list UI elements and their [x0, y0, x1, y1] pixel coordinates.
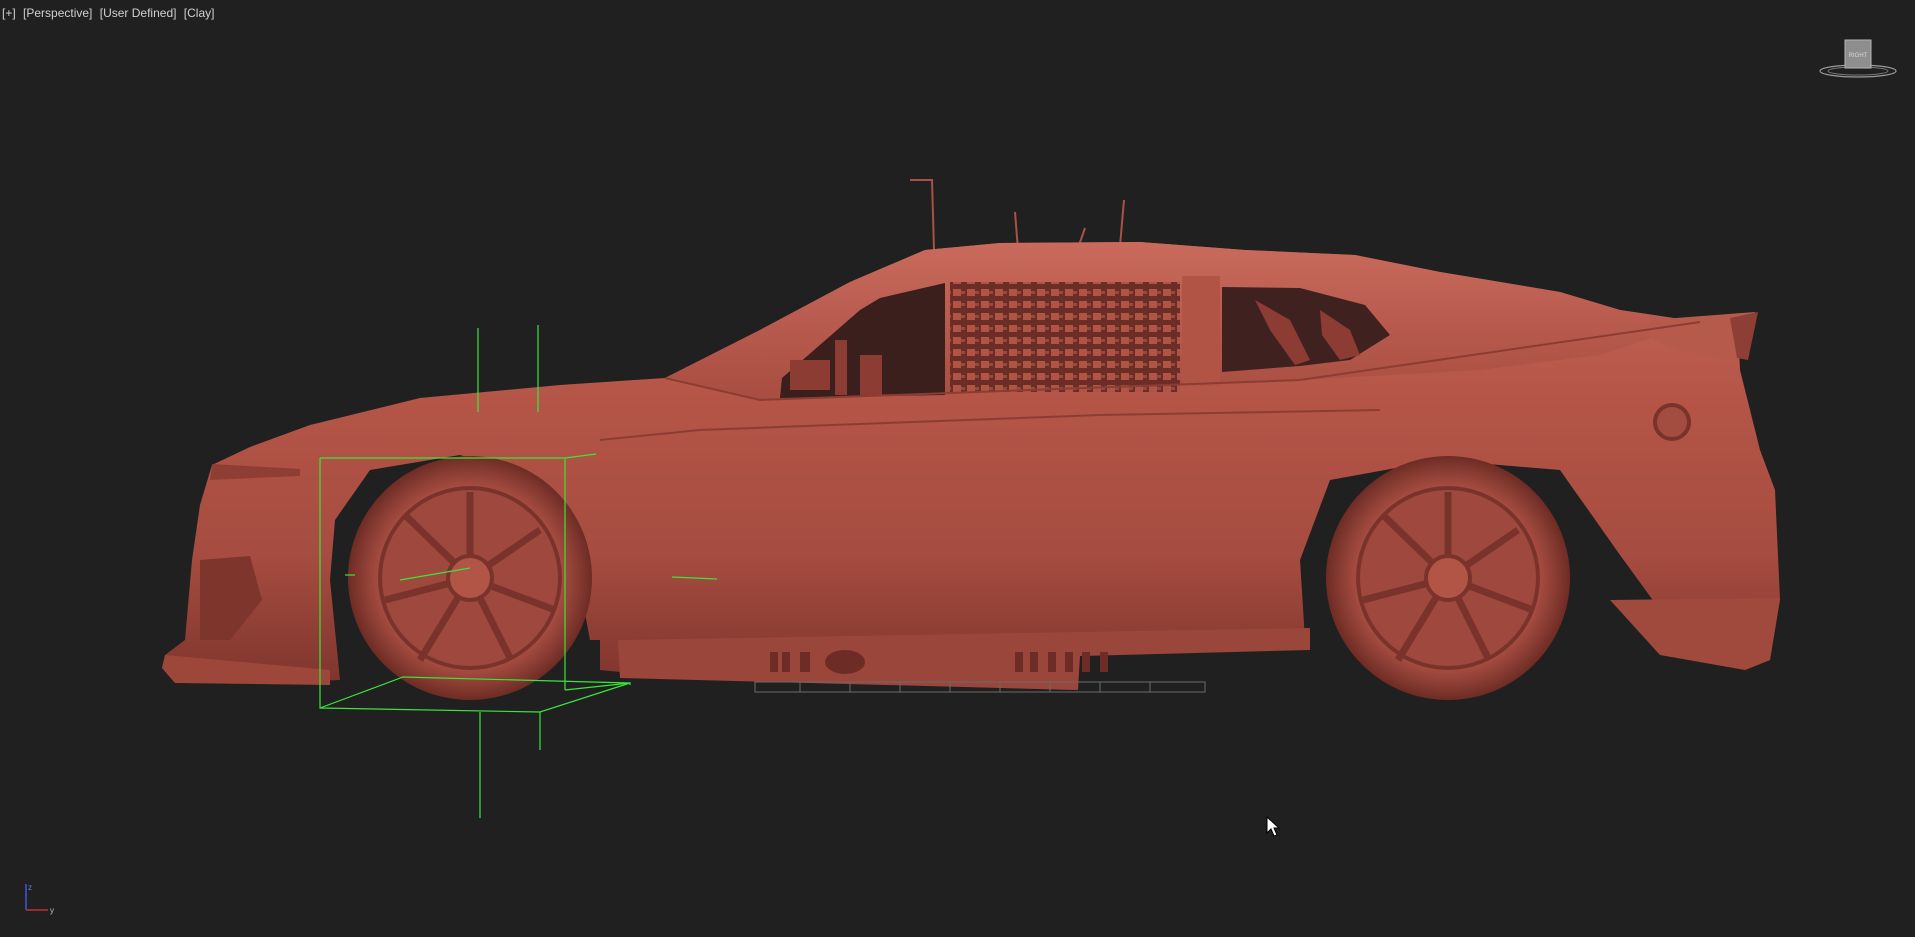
rear-wheel[interactable]: [1326, 456, 1570, 700]
axis-z-label: z: [28, 883, 32, 892]
roof-antennas: [910, 179, 1125, 251]
axis-tripod-icon: z y: [25, 883, 54, 915]
window-net: [950, 282, 1180, 392]
door-pillar: [1182, 276, 1220, 386]
perspective-viewport[interactable]: [+] [Perspective] [User Defined] [Clay]: [0, 0, 1915, 937]
viewcube-icon[interactable]: RIGHT: [1818, 38, 1898, 80]
mouse-pointer-icon: [1266, 816, 1281, 837]
fuel-cap: [1653, 403, 1691, 441]
car-scene[interactable]: [0, 0, 1915, 937]
front-wheel[interactable]: [348, 456, 592, 700]
viewcube-face-label: RIGHT: [1849, 53, 1868, 59]
rear-diffuser: [1610, 598, 1780, 670]
axis-y-label: y: [50, 906, 54, 915]
